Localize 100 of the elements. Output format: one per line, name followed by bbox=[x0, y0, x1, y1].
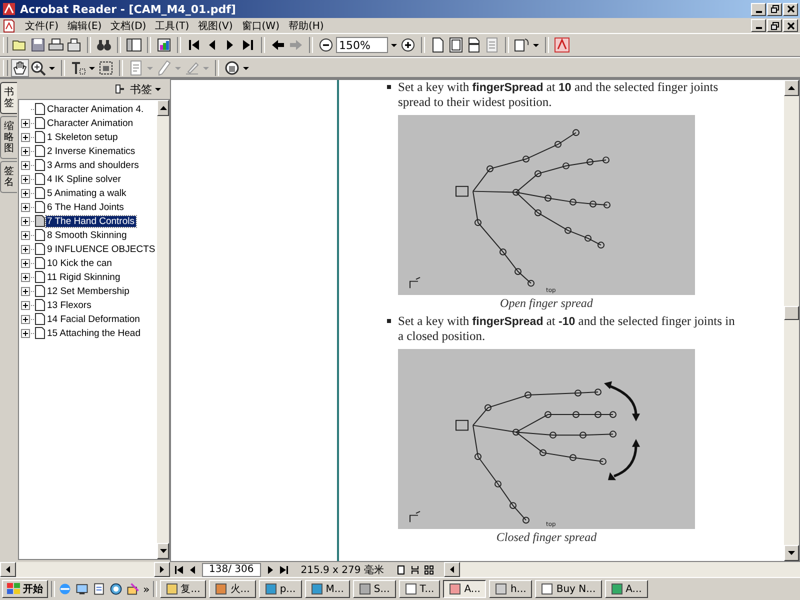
email-icon[interactable] bbox=[66, 37, 82, 53]
scroll-up-button[interactable] bbox=[157, 100, 169, 116]
paint-icon[interactable] bbox=[126, 582, 140, 596]
bookmark-item[interactable]: 12 Set Membership bbox=[46, 286, 130, 296]
zoom-out-icon[interactable] bbox=[318, 37, 334, 53]
bookmark-item[interactable]: Character Animation 4. bbox=[46, 104, 145, 114]
save-icon[interactable] bbox=[30, 37, 46, 53]
expand-icon[interactable] bbox=[21, 230, 30, 240]
bookmark-item[interactable]: 11 Rigid Skinning bbox=[46, 272, 122, 282]
last-page-icon[interactable] bbox=[240, 37, 256, 53]
binoculars-icon[interactable] bbox=[96, 37, 112, 53]
menu-item[interactable]: 窗口(W) bbox=[242, 18, 280, 32]
back-arrow-icon[interactable] bbox=[270, 37, 286, 53]
menu-item[interactable]: 编辑(E) bbox=[68, 18, 102, 32]
expand-icon[interactable] bbox=[21, 216, 30, 226]
expand-icon[interactable] bbox=[21, 132, 30, 142]
scroll-up-button[interactable] bbox=[784, 80, 799, 96]
zoom-field[interactable]: 150% bbox=[336, 37, 388, 53]
snapshot-icon[interactable] bbox=[98, 60, 114, 76]
close-button[interactable] bbox=[783, 19, 798, 32]
expand-icon[interactable] bbox=[21, 244, 30, 254]
expand-icon[interactable] bbox=[21, 118, 30, 128]
last-page-icon[interactable] bbox=[278, 564, 289, 574]
scroll-down-button[interactable] bbox=[157, 543, 169, 559]
taskbar-button[interactable]: T... bbox=[398, 580, 440, 598]
expand-icon[interactable] bbox=[21, 188, 30, 198]
taskbar-button[interactable]: 复... bbox=[160, 580, 206, 598]
bookmark-item[interactable]: 6 The Hand Joints bbox=[46, 202, 125, 212]
zoom-tool-icon[interactable] bbox=[30, 60, 46, 76]
bookmark-item[interactable]: 3 Arms and shoulders bbox=[46, 160, 140, 170]
expand-icon[interactable] bbox=[21, 160, 30, 170]
taskbar-button[interactable]: M... bbox=[304, 580, 350, 598]
menu-item[interactable]: 工具(T) bbox=[155, 18, 190, 32]
pencil-icon[interactable] bbox=[156, 60, 172, 76]
scrollbar[interactable] bbox=[784, 80, 799, 561]
facing-pages-icon[interactable] bbox=[424, 564, 434, 574]
bookmark-item[interactable]: 1 Skeleton setup bbox=[46, 132, 119, 142]
panel-tab[interactable]: 书签 bbox=[0, 82, 17, 114]
print-icon[interactable] bbox=[48, 37, 64, 53]
stamp-icon[interactable] bbox=[224, 60, 240, 76]
taskbar-button[interactable]: p... bbox=[258, 580, 302, 598]
menu-item[interactable]: 文档(D) bbox=[110, 18, 146, 32]
taskbar-button[interactable]: 火... bbox=[209, 580, 256, 598]
expand-icon[interactable] bbox=[21, 146, 30, 156]
expand-icon[interactable] bbox=[21, 258, 30, 268]
more-chevron[interactable]: » bbox=[143, 582, 150, 596]
menu-item[interactable]: 文件(F) bbox=[25, 18, 59, 32]
scroll-right-button[interactable] bbox=[154, 562, 170, 577]
taskbar-button[interactable]: A... bbox=[604, 580, 648, 598]
navigation-pane-icon[interactable] bbox=[126, 37, 142, 53]
restore-button[interactable] bbox=[767, 2, 782, 16]
acrobat-logo-icon[interactable] bbox=[554, 37, 570, 53]
zoom-in-icon[interactable] bbox=[400, 37, 416, 53]
notepad-icon[interactable] bbox=[92, 582, 106, 596]
bookmark-item[interactable]: 4 IK Spline solver bbox=[46, 174, 122, 184]
bookmark-options-icon[interactable] bbox=[114, 83, 126, 95]
actual-size-icon[interactable] bbox=[430, 37, 446, 53]
bookmark-item[interactable]: 15 Attaching the Head bbox=[46, 328, 142, 338]
restore-button[interactable] bbox=[767, 19, 782, 32]
expand-icon[interactable] bbox=[21, 202, 30, 212]
rotate-page-icon[interactable] bbox=[514, 37, 530, 53]
expand-icon[interactable] bbox=[21, 286, 30, 296]
scroll-thumb[interactable] bbox=[784, 306, 799, 320]
menu-item[interactable]: 视图(V) bbox=[198, 18, 233, 32]
minimize-button[interactable] bbox=[751, 19, 766, 32]
first-page-icon[interactable] bbox=[174, 564, 184, 574]
scrollbar[interactable] bbox=[157, 100, 169, 559]
expand-icon[interactable] bbox=[21, 314, 30, 324]
previous-page-icon[interactable] bbox=[188, 564, 198, 574]
bookmark-item[interactable]: 13 Flexors bbox=[46, 300, 92, 310]
taskbar-button[interactable]: h... bbox=[489, 580, 532, 598]
scroll-down-button[interactable] bbox=[784, 545, 799, 561]
scroll-left-button[interactable] bbox=[444, 562, 460, 577]
panel-menu[interactable]: 书签 bbox=[130, 82, 162, 96]
bookmark-item[interactable]: 9 INFLUENCE OBJECTS bbox=[46, 244, 156, 254]
fit-page-icon[interactable] bbox=[448, 37, 464, 53]
menu-item[interactable]: 帮助(H) bbox=[288, 18, 324, 32]
start-button[interactable]: 开始 bbox=[2, 580, 48, 598]
globe-icon[interactable] bbox=[109, 582, 123, 596]
taskbar-button[interactable]: S... bbox=[352, 580, 396, 598]
note-icon[interactable] bbox=[128, 60, 144, 76]
bookmark-item[interactable]: Character Animation bbox=[46, 118, 134, 128]
expand-icon[interactable] bbox=[21, 272, 30, 282]
taskbar-button[interactable]: Buy N... bbox=[535, 580, 602, 598]
scrollbar[interactable] bbox=[0, 562, 170, 577]
hand-tool-icon[interactable] bbox=[12, 60, 28, 76]
bookmark-item[interactable]: 10 Kick the can bbox=[46, 258, 113, 268]
fit-width-icon[interactable] bbox=[466, 37, 482, 53]
bookmark-item[interactable]: 14 Facial Deformation bbox=[46, 314, 141, 324]
desktop-icon[interactable] bbox=[75, 582, 89, 596]
close-button[interactable] bbox=[783, 2, 798, 16]
panel-tab[interactable]: 签名 bbox=[0, 161, 17, 193]
taskbar-button[interactable]: A... bbox=[443, 580, 486, 598]
text-select-icon[interactable] bbox=[70, 60, 86, 76]
bookmark-item[interactable]: 8 Smooth Skinning bbox=[46, 230, 128, 240]
minimize-button[interactable] bbox=[751, 2, 766, 16]
scroll-left-button[interactable] bbox=[0, 562, 16, 577]
bookmark-item[interactable]: 2 Inverse Kinematics bbox=[46, 146, 136, 156]
bookmark-item[interactable]: 7 The Hand Controls bbox=[46, 216, 136, 226]
scrollbar[interactable] bbox=[444, 562, 800, 577]
